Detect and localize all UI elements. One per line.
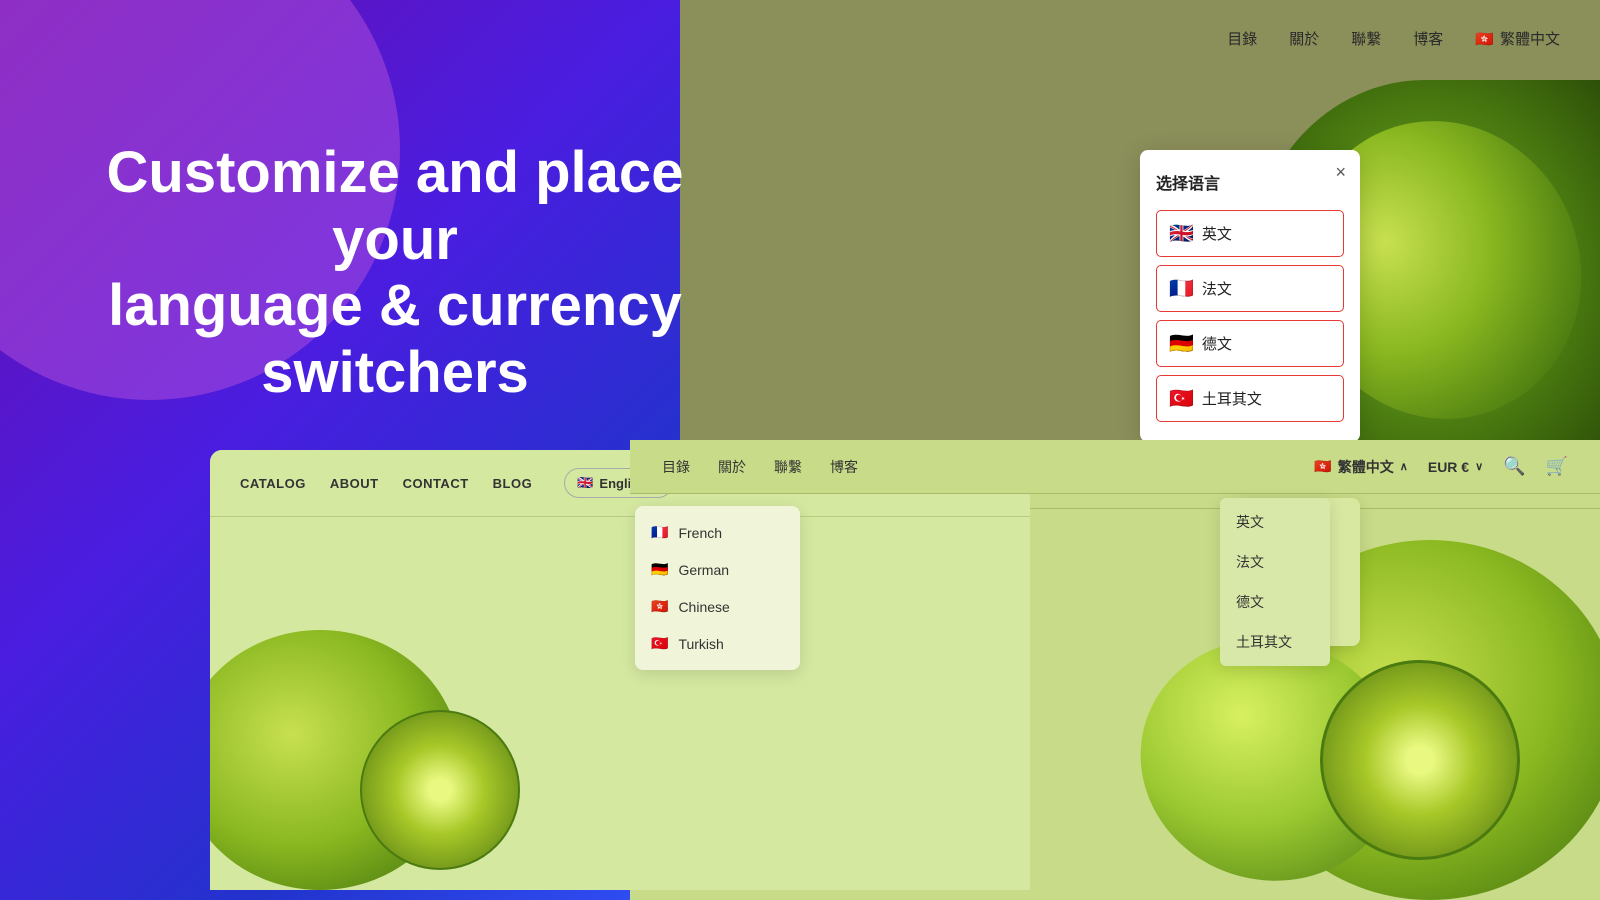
right-chinese-nav: 目錄 關於 聯繫 博客 🇭🇰 繁體中文 ∧ EUR € ∨ 🔍 🛒 bbox=[630, 440, 1600, 494]
en-dd-chinese[interactable]: 🇭🇰 Chinese bbox=[635, 588, 800, 625]
search-icon-zh[interactable]: 🔍 bbox=[1503, 456, 1525, 477]
lime-bl-cut bbox=[360, 710, 520, 870]
en-nav-blog[interactable]: BLOG bbox=[493, 476, 533, 491]
bottom-left-panel: CATALOG ABOUT CONTACT BLOG 🇬🇧 English ∧ … bbox=[210, 450, 1030, 890]
chevron-down-zh-currency-icon: ∨ bbox=[1475, 460, 1483, 473]
hk-flag-icon: 🇭🇰 bbox=[1475, 30, 1494, 48]
tr-flag-icon: 🇹🇷 bbox=[1169, 386, 1194, 411]
de-flag-icon: 🇩🇪 bbox=[1169, 331, 1194, 356]
en-dd-turkish[interactable]: 🇹🇷 Turkish bbox=[635, 625, 800, 662]
modal-lang-english[interactable]: 🇬🇧 英文 bbox=[1156, 210, 1344, 257]
chevron-up-zh-icon: ∧ bbox=[1400, 460, 1408, 473]
en-dd-french[interactable]: 🇫🇷 French bbox=[635, 514, 800, 551]
en-nav-about[interactable]: ABOUT bbox=[330, 476, 379, 491]
hero-section: Customize and place your language & curr… bbox=[55, 140, 735, 407]
nav-item-blog-zh[interactable]: 博客 bbox=[1413, 28, 1443, 49]
uk-flag-en-icon: 🇬🇧 bbox=[577, 475, 593, 491]
modal-title: 选择语言 bbox=[1156, 170, 1344, 194]
hero-title: Customize and place your language & curr… bbox=[55, 140, 735, 407]
modal-close-button[interactable]: × bbox=[1335, 162, 1346, 183]
zh-nav-right-controls: 🇭🇰 繁體中文 ∧ EUR € ∨ 🔍 🛒 bbox=[1314, 456, 1568, 477]
nav-item-contact-zh[interactable]: 聯繫 bbox=[1351, 28, 1381, 49]
zh-nav-about[interactable]: 關於 bbox=[718, 457, 746, 477]
de-flag-en-icon: 🇩🇪 bbox=[651, 561, 668, 578]
zh-lang-dropdown: 英文 法文 德文 土耳其文 bbox=[1220, 498, 1330, 666]
hk-flag-zh-icon: 🇭🇰 bbox=[1314, 458, 1331, 475]
modal-lang-french[interactable]: 🇫🇷 法文 bbox=[1156, 265, 1344, 312]
en-dd-german[interactable]: 🇩🇪 German bbox=[635, 551, 800, 588]
zh-dd-french[interactable]: 法文 bbox=[1220, 542, 1330, 582]
zh-nav-contact[interactable]: 聯繫 bbox=[774, 457, 802, 477]
en-nav-contact[interactable]: CONTACT bbox=[403, 476, 469, 491]
modal-lang-german[interactable]: 🇩🇪 德文 bbox=[1156, 320, 1344, 367]
nav-item-catalog-zh[interactable]: 目錄 bbox=[1227, 28, 1257, 49]
zh-dd-turkish[interactable]: 土耳其文 bbox=[1220, 622, 1330, 662]
cart-icon-zh[interactable]: 🛒 bbox=[1546, 456, 1568, 477]
en-nav-catalog[interactable]: CATALOG bbox=[240, 476, 306, 491]
fr-flag-icon: 🇫🇷 bbox=[1169, 276, 1194, 301]
tr-flag-en-icon: 🇹🇷 bbox=[651, 635, 668, 652]
nav-item-about-zh[interactable]: 關於 bbox=[1289, 28, 1319, 49]
modal-lang-turkish[interactable]: 🇹🇷 土耳其文 bbox=[1156, 375, 1344, 422]
hk-flag-en-icon: 🇭🇰 bbox=[651, 598, 668, 615]
zh-nav-catalog[interactable]: 目錄 bbox=[662, 457, 690, 477]
zh-lang-button[interactable]: 🇭🇰 繁體中文 ∧ bbox=[1314, 457, 1408, 477]
en-lang-dropdown: 🇫🇷 French 🇩🇪 German 🇭🇰 Chinese 🇹🇷 Turkis… bbox=[635, 506, 800, 670]
fr-flag-en-icon: 🇫🇷 bbox=[651, 524, 668, 541]
lime-decoration-bottom-left bbox=[210, 550, 540, 890]
zh-dd-german[interactable]: 德文 bbox=[1220, 582, 1330, 622]
top-right-panel: 目錄 關於 聯繫 博客 🇭🇰 繁體中文 选择语言 × 🇬🇧 英文 🇫🇷 法文 🇩… bbox=[680, 0, 1600, 460]
uk-flag-icon: 🇬🇧 bbox=[1169, 221, 1194, 246]
lang-button-zh-top[interactable]: 🇭🇰 繁體中文 bbox=[1475, 28, 1560, 49]
zh-dd-english[interactable]: 英文 bbox=[1220, 502, 1330, 542]
language-modal: 选择语言 × 🇬🇧 英文 🇫🇷 法文 🇩🇪 德文 🇹🇷 土耳其文 bbox=[1140, 150, 1360, 442]
zh-currency-button[interactable]: EUR € ∨ bbox=[1428, 459, 1483, 475]
bottom-panels: CATALOG ABOUT CONTACT BLOG 🇬🇧 EN ∨ EUR €… bbox=[0, 440, 1600, 900]
nav-top-right: 目錄 關於 聯繫 博客 🇭🇰 繁體中文 bbox=[740, 0, 1600, 77]
zh-nav-blog[interactable]: 博客 bbox=[830, 457, 858, 477]
